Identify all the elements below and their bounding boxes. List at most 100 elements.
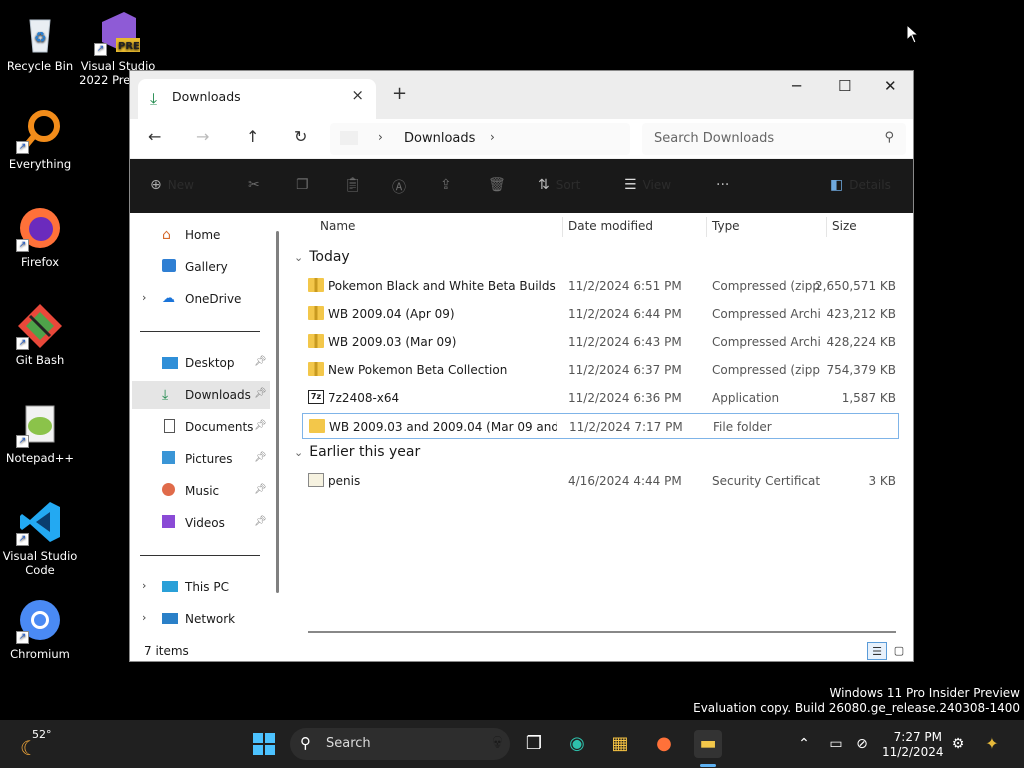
tab-close-icon[interactable]: × (351, 86, 364, 104)
windows-start-icon[interactable] (250, 730, 278, 758)
desktop-icon-vscode[interactable]: ↗ Visual Studio Code (0, 498, 80, 577)
column-header-date-modified[interactable]: Date modified (568, 219, 653, 239)
file-row-selected[interactable]: WB 2009.03 and 2009.04 (Mar 09 and Apr .… (302, 413, 899, 439)
new-button[interactable]: ⊕ New (150, 177, 194, 193)
file-explorer-icon[interactable]: ▬ (694, 730, 722, 758)
copilot-icon[interactable]: ✦ (978, 730, 1006, 758)
task-view-icon[interactable]: ❐ (520, 730, 548, 758)
item-count: 7 items (144, 644, 189, 658)
nav-item-onedrive[interactable]: › ☁ OneDrive (132, 285, 270, 313)
pin-icon[interactable]: 📌︎ (254, 388, 267, 399)
column-header-size[interactable]: Size (832, 219, 857, 239)
column-divider[interactable] (562, 217, 563, 237)
clock[interactable]: 7:27 PM 11/2/2024 (882, 730, 944, 760)
nav-item-pictures[interactable]: Pictures 📌︎ (132, 445, 270, 473)
network-offline-icon[interactable]: ⊘ (848, 730, 876, 758)
file-size: 423,212 KB (826, 307, 896, 321)
sort-button[interactable]: ⇅ Sort (538, 177, 580, 193)
minimize-button[interactable]: ─ (792, 77, 801, 95)
file-size: 754,379 KB (826, 363, 896, 377)
notifications-icon[interactable]: ⚙ (944, 730, 972, 758)
svg-text:♻: ♻ (34, 30, 47, 46)
nav-item-music[interactable]: Music 📌︎ (132, 477, 270, 505)
new-tab-button[interactable]: + (392, 83, 407, 104)
file-row[interactable]: WB 2009.04 (Apr 09) 11/2/2024 6:44 PM Co… (302, 301, 899, 327)
desktop-icon-recycle-bin[interactable]: ♻ Recycle Bin (0, 8, 80, 73)
file-name: WB 2009.03 and 2009.04 (Mar 09 and Apr .… (329, 420, 557, 434)
tiles-view-icon[interactable]: ▢ (889, 642, 909, 660)
pin-icon[interactable]: 📌︎ (254, 484, 267, 495)
nav-item-downloads[interactable]: ⤓ Downloads 📌︎ (132, 381, 270, 409)
file-row[interactable]: penis 4/16/2024 4:44 PM Security Certifi… (302, 468, 899, 494)
up-arrow-icon[interactable]: ↑ (246, 127, 259, 146)
nav-scrollbar[interactable] (276, 231, 279, 593)
paste-icon[interactable]: 📋︎ (344, 177, 362, 193)
chevron-right-icon[interactable]: › (142, 611, 146, 624)
desktop-icon-everything[interactable]: ↗ Everything (0, 106, 80, 171)
pin-icon[interactable]: 📌︎ (254, 516, 267, 527)
desktop-icon-label: Firefox (20, 255, 60, 269)
videos-icon (162, 515, 175, 528)
chevron-right-icon[interactable]: › (142, 579, 146, 592)
back-arrow-icon[interactable]: ← (148, 127, 161, 146)
group-header-today[interactable]: ⌄ Today (294, 249, 350, 265)
chevron-up-icon[interactable]: ⌃ (790, 730, 818, 758)
breadcrumb-downloads[interactable]: Downloads (404, 131, 475, 146)
close-button[interactable]: ✕ (884, 77, 897, 95)
cut-icon[interactable]: ✂ (248, 177, 260, 193)
file-row[interactable]: 7z 7z2408-x64 11/2/2024 6:36 PM Applicat… (302, 385, 899, 411)
taskbar-search[interactable]: ⚲ Search 💀︎ (290, 728, 510, 760)
tab-downloads[interactable]: ⤓ Downloads × (138, 79, 376, 119)
file-row[interactable]: WB 2009.03 (Mar 09) 11/2/2024 6:43 PM Co… (302, 329, 899, 355)
delete-icon[interactable]: 🗑︎ (488, 177, 506, 193)
temperature: 52° (32, 728, 52, 741)
chevron-right-icon[interactable]: › (378, 130, 383, 144)
desktop-icon-git-bash[interactable]: ↗ Git Bash (0, 302, 80, 367)
search-input[interactable]: Search Downloads ⚲ (642, 123, 906, 155)
rename-icon[interactable]: Ⓐ (392, 177, 406, 197)
maximize-button[interactable]: ☐ (838, 77, 851, 95)
view-button[interactable]: ☰ View (624, 177, 671, 193)
share-icon[interactable]: ⇪ (440, 177, 452, 193)
column-header-name[interactable]: Name (320, 219, 355, 239)
refresh-icon[interactable]: ↻ (294, 127, 307, 146)
copy-icon[interactable]: ❐ (296, 177, 309, 193)
nav-item-this-pc[interactable]: › This PC (132, 573, 270, 601)
details-button[interactable]: ◧ Details (830, 177, 891, 193)
nav-item-videos[interactable]: Videos 📌︎ (132, 509, 270, 537)
forward-arrow-icon[interactable]: → (196, 127, 209, 146)
details-view-icon[interactable]: ☰ (867, 642, 887, 660)
nav-item-network[interactable]: › Network (132, 605, 270, 633)
pin-icon[interactable]: 📌︎ (254, 452, 267, 463)
address-bar[interactable]: › Downloads › (330, 123, 630, 155)
pin-icon[interactable]: 📌︎ (254, 420, 267, 431)
desktop-icon-chromium[interactable]: ↗ Chromium (0, 596, 80, 661)
nav-item-home[interactable]: ⌂ Home (132, 221, 270, 249)
network-icon (162, 613, 178, 624)
file-row[interactable]: Pokemon Black and White Beta Builds 11/2… (302, 273, 899, 299)
archive-icon (308, 306, 324, 320)
nav-item-gallery[interactable]: Gallery (132, 253, 270, 281)
firefox-icon[interactable]: ● (650, 730, 678, 758)
horizontal-scrollbar[interactable] (308, 631, 896, 633)
nav-item-desktop[interactable]: Desktop 📌︎ (132, 349, 270, 377)
file-row[interactable]: New Pokemon Beta Collection 11/2/2024 6:… (302, 357, 899, 383)
column-header-type[interactable]: Type (712, 219, 740, 239)
desktop-icon-firefox[interactable]: ↗ Firefox (0, 204, 80, 269)
column-divider[interactable] (706, 217, 707, 237)
edge-icon[interactable]: ◉ (563, 730, 591, 758)
desktop-icon-notepad-plus-plus[interactable]: ↗ Notepad++ (0, 400, 80, 465)
more-options-button[interactable]: ··· (716, 177, 729, 193)
pin-icon[interactable]: 📌︎ (254, 356, 267, 367)
nav-item-documents[interactable]: Documents 📌︎ (132, 413, 270, 441)
column-divider[interactable] (826, 217, 827, 237)
store-icon[interactable]: ▦ (606, 730, 634, 758)
mouse-cursor-icon (906, 24, 918, 44)
group-header-earlier-this-year[interactable]: ⌄ Earlier this year (294, 444, 420, 460)
display-icon[interactable]: ▭ (822, 730, 850, 758)
chevron-right-icon[interactable]: › (490, 130, 495, 144)
chevron-right-icon[interactable]: › (142, 291, 146, 304)
file-type: Application (712, 391, 780, 405)
notepad-plus-plus-icon: ↗ (16, 400, 64, 448)
file-date: 11/2/2024 6:36 PM (568, 391, 682, 405)
